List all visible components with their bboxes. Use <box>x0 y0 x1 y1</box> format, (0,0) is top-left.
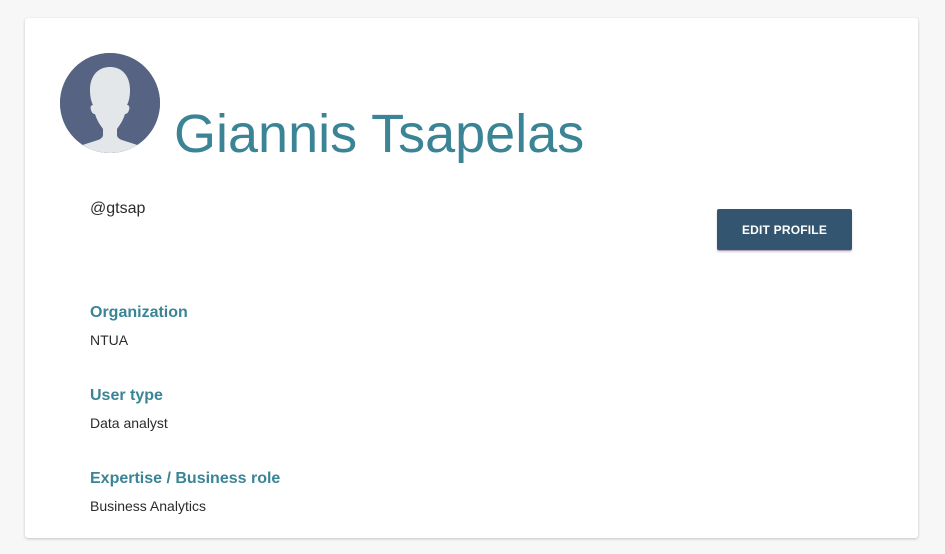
edit-profile-button[interactable]: EDIT PROFILE <box>717 209 852 250</box>
user-type-value: Data analyst <box>90 415 168 431</box>
user-type-label: User type <box>90 387 163 404</box>
expertise-label: Expertise / Business role <box>90 470 281 487</box>
profile-username: @gtsap <box>90 200 146 217</box>
organization-label: Organization <box>90 304 188 321</box>
profile-card: Giannis Tsapelas @gtsap EDIT PROFILE Org… <box>25 18 918 538</box>
default-user-avatar-icon <box>60 53 160 153</box>
organization-value: NTUA <box>90 332 129 348</box>
expertise-field: Expertise / Business role Business Analy… <box>90 469 280 515</box>
organization-field: Organization NTUA <box>90 303 188 349</box>
expertise-value: Business Analytics <box>90 498 206 514</box>
profile-name: Giannis Tsapelas <box>174 104 585 164</box>
user-type-field: User type Data analyst <box>90 386 168 432</box>
avatar <box>60 53 160 153</box>
